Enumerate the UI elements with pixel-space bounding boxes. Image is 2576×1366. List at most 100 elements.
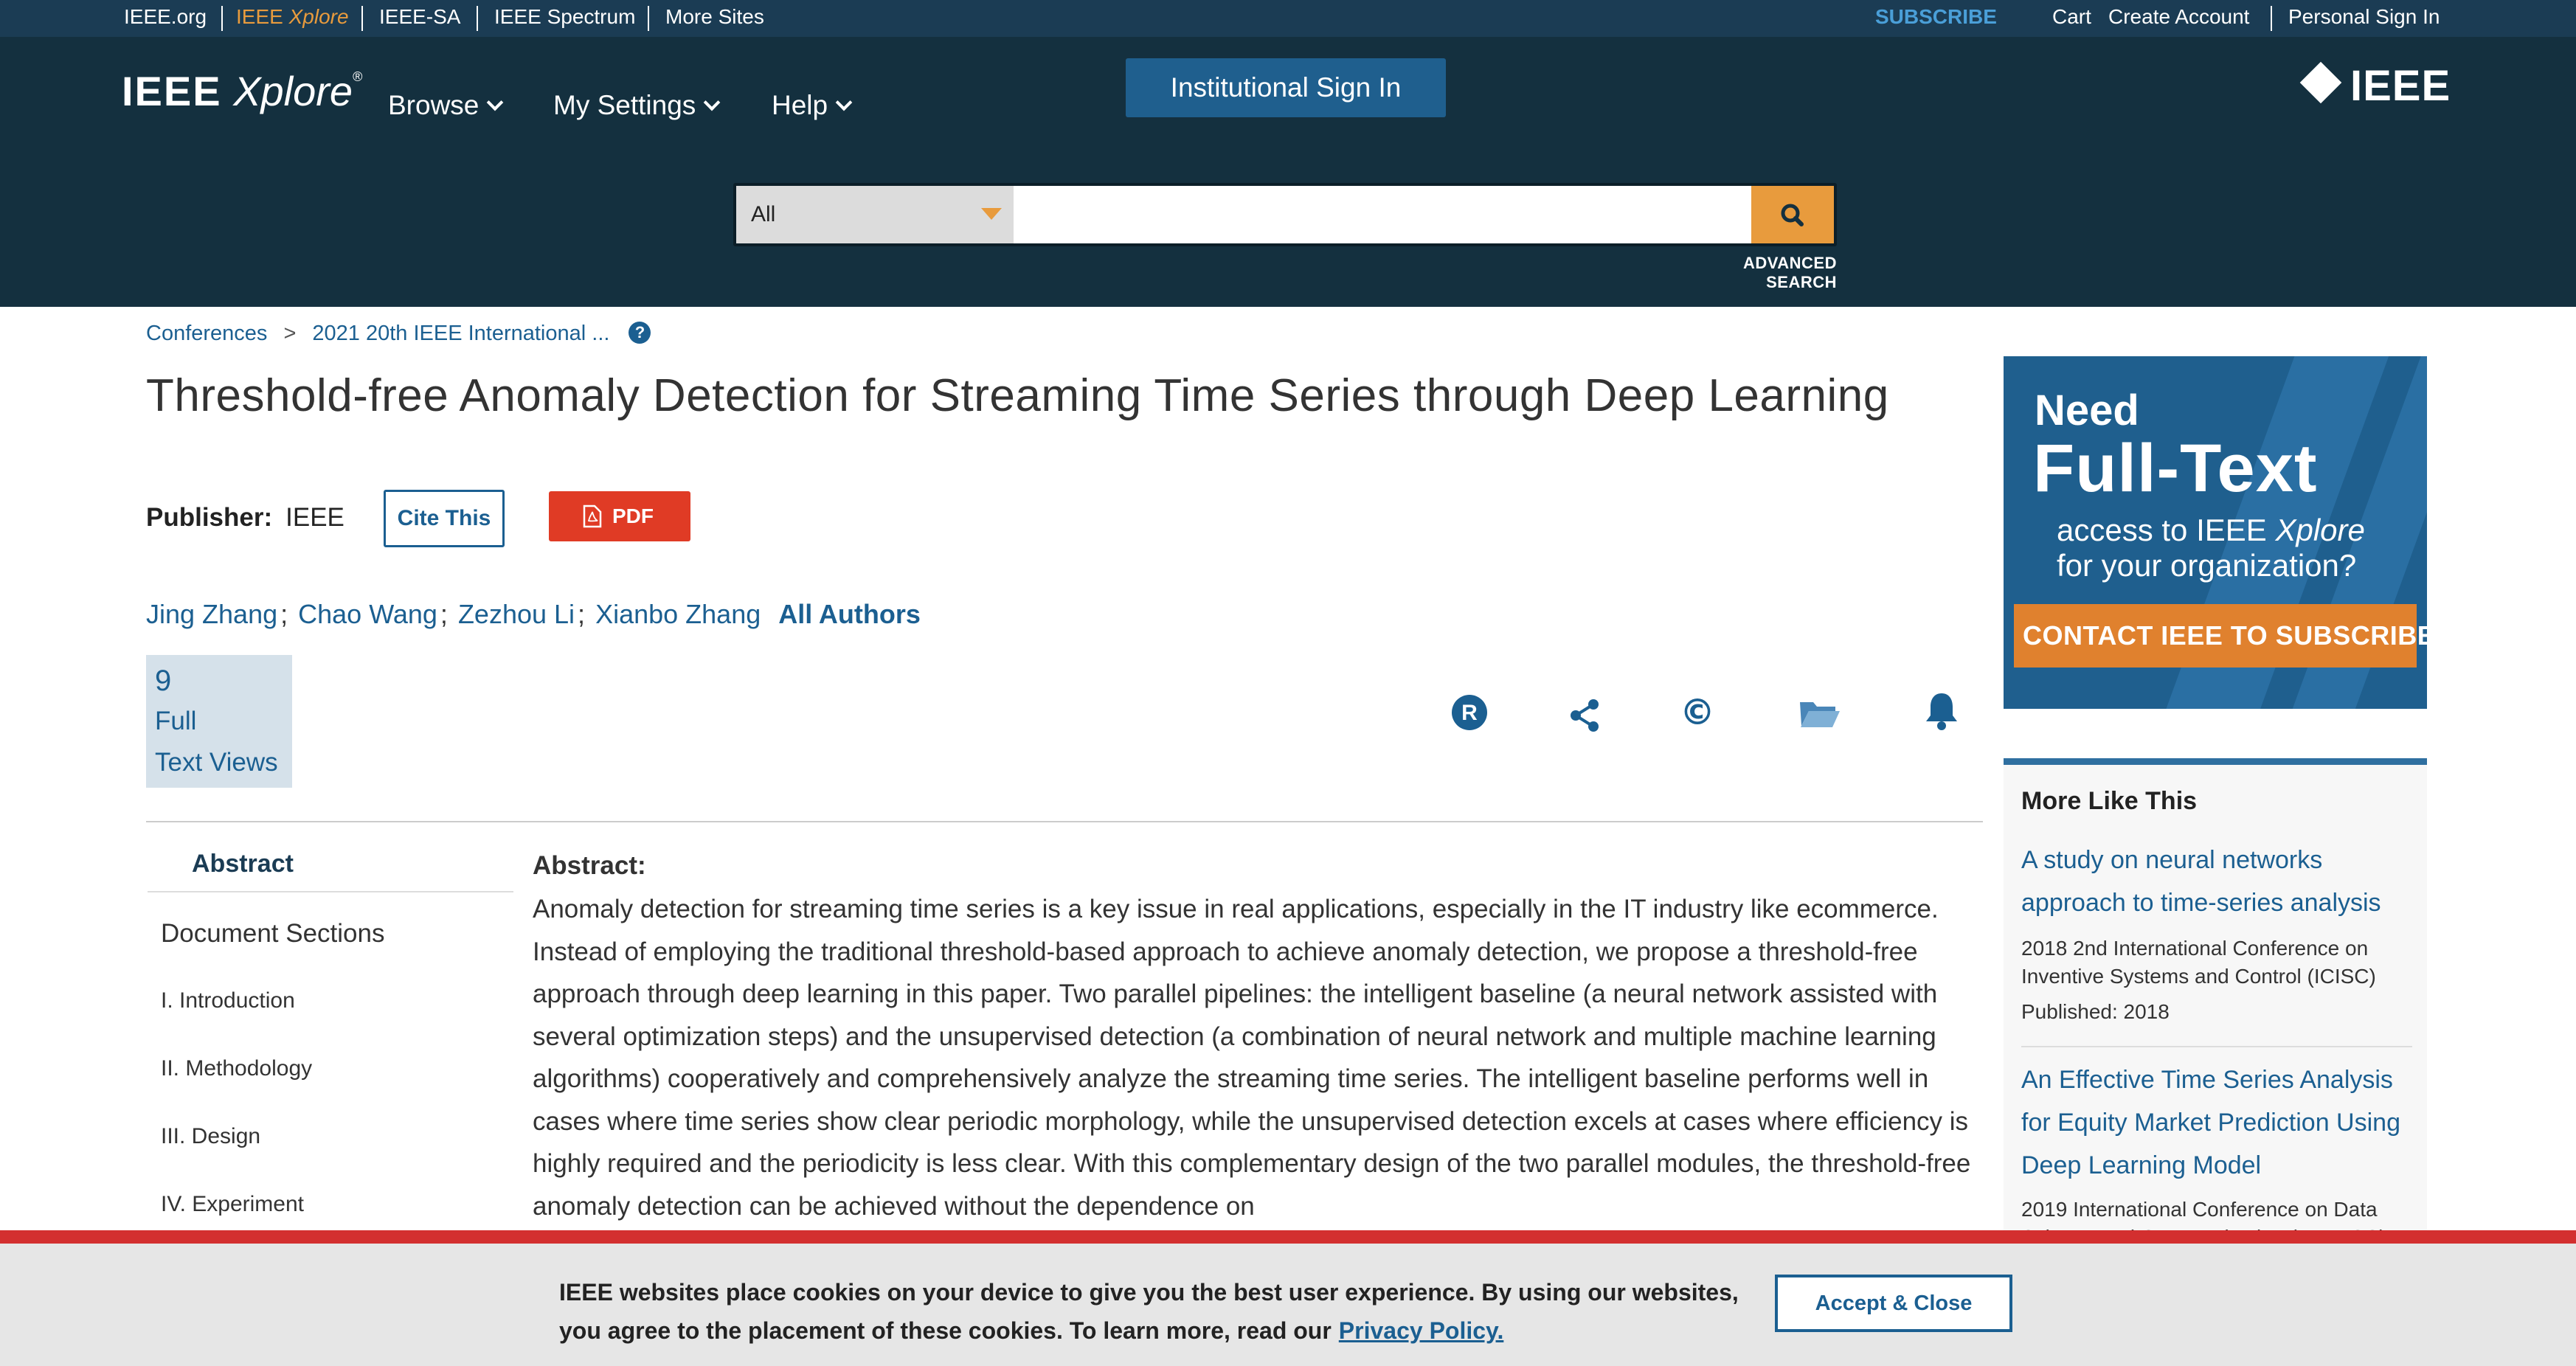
logo-xplore-text: Xplore [233,68,353,114]
pdf-button-label: PDF [612,505,654,527]
more-like-this-panel: More Like This A study on neural network… [2004,758,2427,1249]
nav-browse[interactable]: Browse [388,87,504,124]
ieee-brand-text: IEEE [2350,62,2451,110]
ad-access-italic: Xplore [2275,513,2365,547]
create-account-link[interactable]: Create Account [2108,0,2249,37]
separator [2271,6,2272,31]
ad-access-text: access to IEEE Xplore for your organizat… [2057,513,2365,583]
search-scope-select[interactable]: All [736,186,1014,243]
ad-full-text-heading: Full-Text [2033,431,2318,506]
nav-help[interactable]: Help [772,87,853,124]
rights-icon-glyph: R [1461,701,1478,725]
ad-access-line: access to IEEE Xplore [2057,513,2365,548]
abstract-text: Anomaly detection for streaming time ser… [533,895,1971,1221]
alert-bell-icon[interactable] [1924,690,1959,732]
nav-my-settings-label: My Settings [553,90,696,120]
pdf-button[interactable]: PDF [549,491,690,541]
publisher-label: Publisher: [146,503,273,532]
folder-icon[interactable] [1798,696,1841,729]
document-sections-title[interactable]: Document Sections [161,919,384,949]
cookie-message: IEEE websites place cookies on your devi… [559,1273,1754,1350]
metric-count: 9 [155,665,172,697]
publisher-value: IEEE [285,503,344,532]
separator [477,6,478,31]
copyright-icon-glyph: © [1680,692,1715,733]
ad-access-prefix: access to IEEE [2057,513,2267,547]
link-ieee-org[interactable]: IEEE.org [124,0,207,37]
accept-close-button[interactable]: Accept & Close [1775,1275,2012,1332]
chevron-down-icon [487,94,504,111]
author-link[interactable]: Chao Wang [298,599,437,629]
cart-link[interactable]: Cart [2052,0,2091,37]
related-separator [2021,1046,2412,1047]
sidenav-item-abstract[interactable]: Abstract [148,844,513,892]
separator [648,6,649,31]
caret-down-icon [981,208,1002,220]
nav-help-label: Help [772,90,828,120]
copyright-icon[interactable]: © [1679,692,1716,733]
link-ieee-xplore[interactable]: IEEE Xplore [236,0,349,37]
related-article-link[interactable]: An Effective Time Series Analysis for Eq… [2021,1058,2412,1187]
rights-icon[interactable]: R [1450,693,1489,732]
search-input[interactable] [1014,186,1751,243]
chevron-down-icon [835,94,853,111]
content-divider [146,821,1983,822]
personal-sign-in-link[interactable]: Personal Sign In [2288,0,2440,37]
chevron-down-icon [703,94,721,111]
full-text-views-metric[interactable]: 9 Full Text Views [146,655,292,788]
sidenav-item-methodology[interactable]: II. Methodology [161,1056,312,1081]
ieee-diamond-icon [2299,61,2342,104]
separator [361,6,363,31]
breadcrumb-separator: > [283,322,297,345]
privacy-policy-link[interactable]: Privacy Policy. [1339,1317,1504,1344]
sidenav-item-experiment[interactable]: IV. Experiment [161,1192,304,1217]
logo-registered-mark: ® [353,69,363,84]
all-authors-link[interactable]: All Authors [778,599,921,629]
breadcrumb-conference-name[interactable]: 2021 20th IEEE International ... [312,322,609,345]
nav-browse-label: Browse [388,90,479,120]
author-separator: ; [440,599,448,629]
sidenav-item-introduction[interactable]: I. Introduction [161,988,295,1013]
metric-label-1: Full [155,707,197,735]
more-like-this-heading: More Like This [2021,787,2198,815]
related-article-link[interactable]: A study on neural networks approach to t… [2021,839,2412,924]
cite-this-button[interactable]: Cite This [384,490,505,547]
institutional-sign-in-button[interactable]: Institutional Sign In [1126,58,1446,117]
nav-my-settings[interactable]: My Settings [553,87,721,124]
abstract-heading: Abstract: [533,851,646,880]
link-ieee-xplore-suffix: Xplore [288,5,349,28]
share-icon[interactable] [1568,698,1601,733]
full-text-ad-banner[interactable]: Need Full-Text access to IEEE Xplore for… [2004,356,2427,709]
author-link[interactable]: Zezhou Li [458,599,575,629]
author-link[interactable]: Xianbo Zhang [595,599,761,629]
search-button[interactable] [1751,186,1834,243]
pdf-file-icon [583,505,602,528]
link-ieee-spectrum[interactable]: IEEE Spectrum [494,0,635,37]
subscribe-link[interactable]: SUBSCRIBE [1875,0,1997,37]
search-icon [1781,204,1804,226]
author-link[interactable]: Jing Zhang [146,599,277,629]
cookie-consent-banner: IEEE websites place cookies on your devi… [0,1230,2576,1366]
ieee-brand-logo[interactable]: IEEE [2299,60,2451,112]
main-header: IEEE Xplore® Browse My Settings Help Ins… [0,37,2576,307]
help-icon[interactable]: ? [629,322,651,344]
ieee-xplore-logo[interactable]: IEEE Xplore® [122,62,362,121]
logo-ieee-text: IEEE [122,68,222,114]
ad-organization-line: for your organization? [2057,548,2357,583]
contact-ieee-subscribe-button[interactable]: CONTACT IEEE TO SUBSCRIBE › [2014,604,2427,668]
document-title: Threshold-free Anomaly Detection for Str… [146,370,1889,421]
link-ieee-sa[interactable]: IEEE-SA [379,0,460,37]
related-article-published: Published: 2018 [2021,1000,2170,1023]
top-utility-bar: IEEE.org IEEE Xplore IEEE-SA IEEE Spectr… [0,0,2576,37]
breadcrumb: Conferences >2021 20th IEEE International… [146,319,651,348]
sidenav-abstract-label: Abstract [192,850,294,878]
cookie-message-text: IEEE websites place cookies on your devi… [559,1279,1739,1344]
authors-list: Jing Zhang; Chao Wang; Zezhou Li; Xianbo Zh… [146,596,921,633]
separator [221,6,223,31]
sidenav-item-design[interactable]: III. Design [161,1124,260,1149]
related-article-venue: 2018 2nd International Conference on Inv… [2021,937,2376,988]
breadcrumb-conferences[interactable]: Conferences [146,322,267,345]
advanced-search-link[interactable]: ADVANCED SEARCH [1673,254,1837,292]
link-more-sites[interactable]: More Sites [665,0,764,37]
author-separator: ; [578,599,586,629]
